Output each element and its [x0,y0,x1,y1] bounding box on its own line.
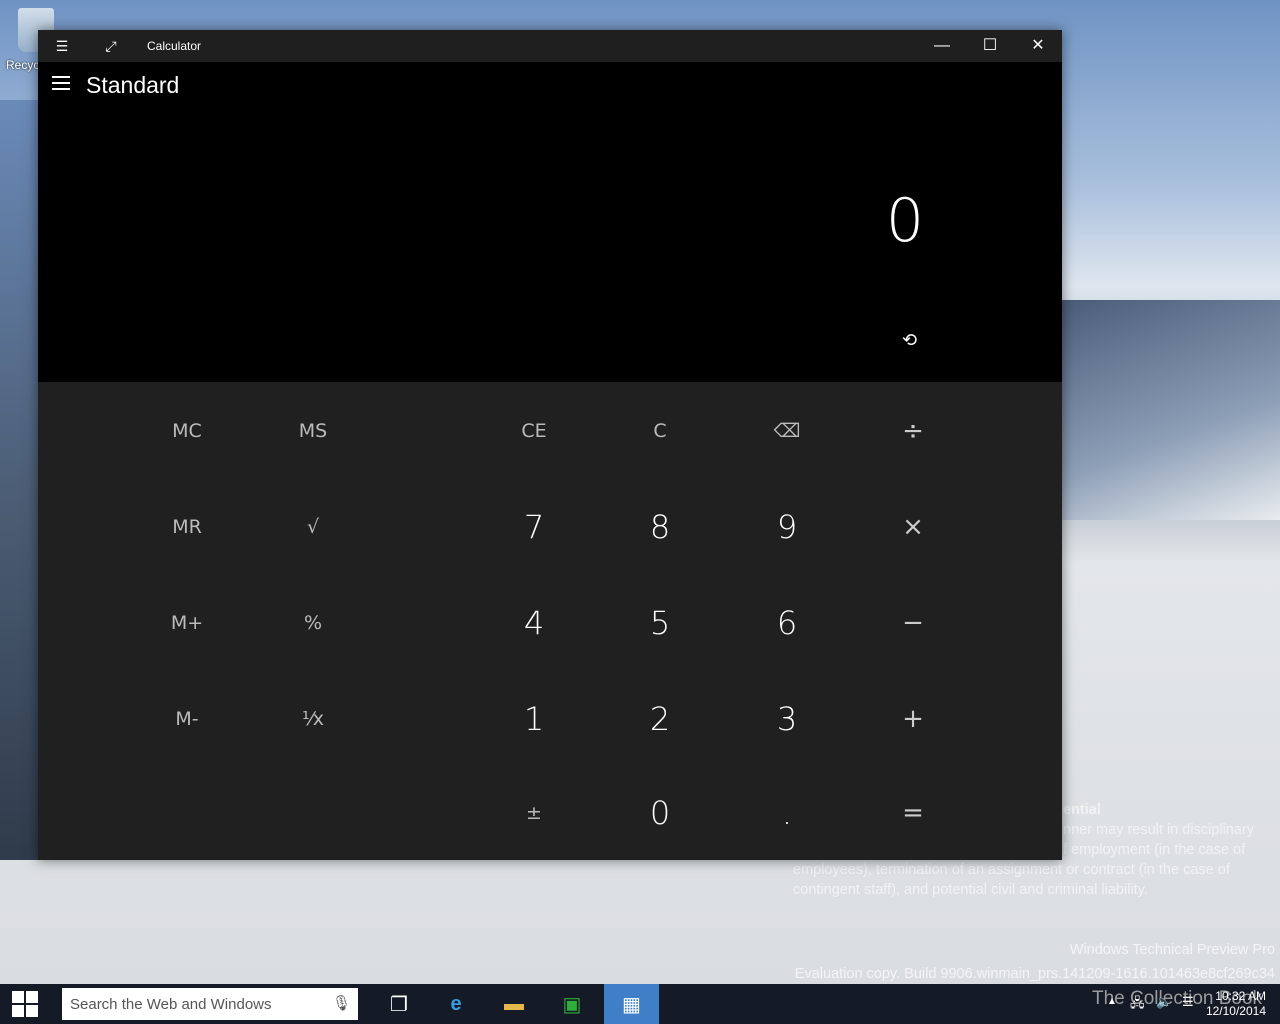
desktop-wallpaper [0,100,38,860]
clear-entry-button[interactable]: CE [474,386,594,476]
percent-button[interactable]: % [253,578,373,668]
watermark-line: contingent staff), and potential civil a… [793,882,1148,898]
clock-date: 12/10/2014 [1205,1004,1266,1018]
empty-slot [253,768,373,858]
digit-2-button[interactable]: 2 [600,674,720,764]
memory-store-button[interactable]: MS [253,386,373,476]
add-button[interactable]: + [853,674,973,764]
memory-subtract-button[interactable]: M- [127,674,247,764]
backspace-button[interactable]: ⌫ [727,386,847,476]
file-explorer-icon[interactable]: ▬ [490,984,538,1024]
memory-clear-button[interactable]: MC [127,386,247,476]
history-icon[interactable]: ⟲ [902,330,917,351]
digit-8-button[interactable]: 8 [600,482,720,572]
divide-button[interactable]: ÷ [853,386,973,476]
digit-6-button[interactable]: 6 [727,578,847,668]
clock[interactable]: 10:32 AM 12/10/2014 [1206,989,1266,1019]
memory-recall-button[interactable]: MR [127,482,247,572]
maximize-button[interactable]: ☐ [966,30,1014,62]
digit-7-button[interactable]: 7 [474,482,594,572]
close-button[interactable]: ✕ [1014,30,1062,62]
clear-button[interactable]: C [600,386,720,476]
multiply-button[interactable]: × [853,482,973,572]
negate-button[interactable]: ± [474,768,594,858]
fullscreen-icon[interactable]: ⤢ [101,36,121,56]
display-area: Standard 0 ⟲ [38,62,1062,382]
reciprocal-button[interactable]: ¹⁄x [253,674,373,764]
calculator-window: ☰ ⤢ Calculator — ☐ ✕ Standard 0 ⟲ MC MS CE… [38,30,1062,860]
recycle-bin-label: Recyc [6,58,40,72]
windows-logo-icon [12,991,38,1017]
digit-9-button[interactable]: 9 [727,482,847,572]
calculator-taskbar-icon[interactable]: ▦ [604,984,659,1024]
digit-3-button[interactable]: 3 [727,674,847,764]
memory-add-button[interactable]: M+ [127,578,247,668]
internet-explorer-icon[interactable]: e [432,984,480,1024]
digit-0-button[interactable]: 0 [600,768,720,858]
taskbar: Search the Web and Windows 🎙 ❐ e ▬ ▣ ▦ T… [0,984,1280,1024]
digit-5-button[interactable]: 5 [600,578,720,668]
network-icon[interactable]: 🖧 [1130,994,1145,1016]
build-text: Evaluation copy. Build 9906.winmain_prs.… [794,966,1275,982]
window-title: Calculator [147,39,202,53]
action-center-icon[interactable]: ☰ [1182,994,1194,1010]
equals-button[interactable]: = [853,768,973,858]
digit-4-button[interactable]: 4 [474,578,594,668]
title-bar: ☰ ⤢ Calculator — ☐ ✕ [38,30,1062,62]
microphone-icon[interactable]: 🎙 [332,994,351,1012]
digit-1-button[interactable]: 1 [474,674,594,764]
edition-text: Windows Technical Preview Pro [1069,942,1275,958]
volume-icon[interactable]: 🔈 [1156,994,1172,1010]
result-display: 0 [885,186,924,256]
watermark-line: employees), termination of an assignment… [793,862,1230,878]
navigation-menu-button[interactable] [52,76,70,90]
search-input[interactable]: Search the Web and Windows [62,988,358,1020]
minimize-button[interactable]: — [918,30,966,62]
show-hidden-icons-icon[interactable]: ▲ [1107,996,1117,1007]
decimal-button[interactable]: . [727,768,847,858]
mode-title: Standard [86,72,180,98]
menu-icon[interactable]: ☰ [52,36,72,56]
empty-slot [127,768,247,858]
subtract-button[interactable]: − [853,578,973,668]
start-button[interactable] [0,984,50,1024]
task-view-icon[interactable]: ❐ [375,984,423,1024]
store-icon[interactable]: ▣ [548,984,596,1024]
desktop-wallpaper-mountain [1062,300,1280,520]
clock-time: 10:32 AM [1215,989,1266,1003]
square-root-button[interactable]: √ [253,482,373,572]
